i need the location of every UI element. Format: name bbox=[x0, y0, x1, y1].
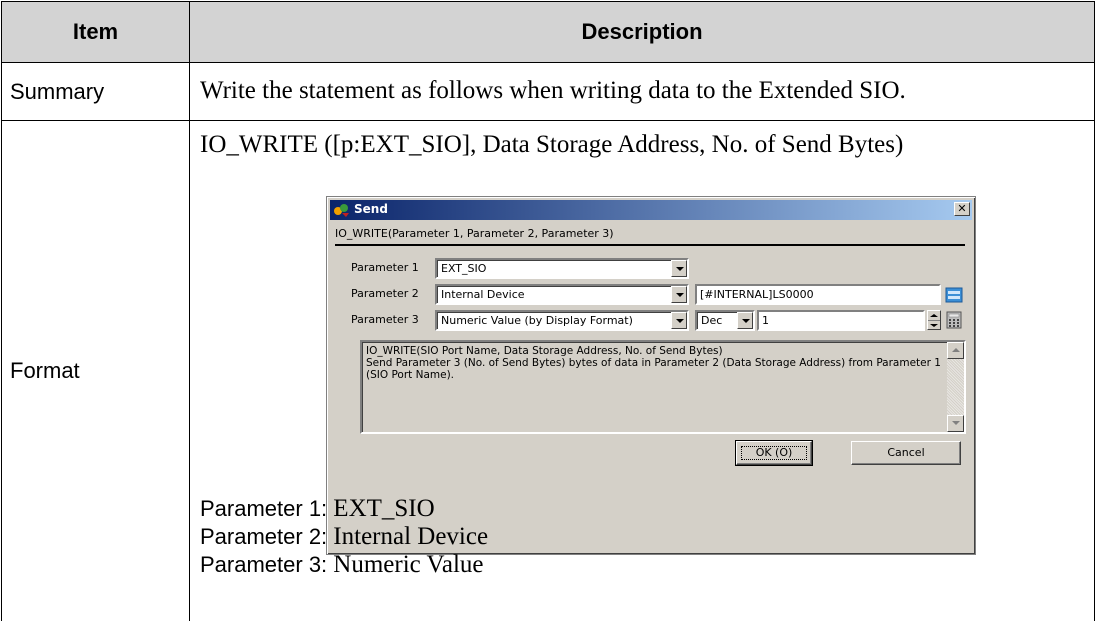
table-header-row: Item Description bbox=[1, 1, 1095, 63]
cancel-button[interactable]: Cancel bbox=[851, 441, 961, 465]
param3-spinner[interactable] bbox=[927, 310, 941, 330]
param3-select[interactable]: Numeric Value (by Display Format) bbox=[435, 310, 689, 331]
format-content: IO_WRITE ([p:EXT_SIO], Data Storage Addr… bbox=[190, 121, 1094, 620]
param3-format: Dec bbox=[701, 314, 723, 327]
param3-number-field[interactable]: 1 bbox=[757, 310, 925, 331]
table-row-summary: Summary Write the statement as follows w… bbox=[1, 62, 1095, 121]
dialog-title: Send bbox=[354, 202, 388, 216]
item-summary: Summary bbox=[1, 62, 190, 121]
cancel-label: Cancel bbox=[887, 446, 925, 459]
help-scrollbar[interactable] bbox=[947, 342, 964, 432]
summary-text: Write the statement as follows when writ… bbox=[200, 77, 906, 104]
chevron-down-icon[interactable] bbox=[671, 312, 687, 329]
ok-button[interactable]: OK (O) bbox=[735, 440, 813, 466]
param2-select[interactable]: Internal Device bbox=[435, 284, 689, 305]
help-text: IO_WRITE(SIO Port Name, Data Storage Add… bbox=[366, 345, 941, 381]
param-list-item: Parameter 2: Internal Device bbox=[200, 523, 488, 551]
spin-down-icon[interactable] bbox=[928, 320, 940, 329]
param1-select[interactable]: EXT_SIO bbox=[435, 258, 689, 279]
parameter-list: Parameter 1: EXT_SIO Parameter 2: Intern… bbox=[200, 495, 488, 579]
spin-up-icon[interactable] bbox=[928, 311, 940, 320]
param-list-label: Parameter 3: bbox=[200, 552, 328, 577]
param-list-label: Parameter 1: bbox=[200, 496, 328, 521]
header-item: Item bbox=[1, 1, 190, 63]
chevron-down-icon[interactable] bbox=[737, 312, 753, 329]
header-description: Description bbox=[189, 1, 1095, 63]
calculator-icon[interactable] bbox=[945, 311, 963, 329]
dialog-header: IO_WRITE(Parameter 1, Parameter 2, Param… bbox=[335, 227, 614, 240]
scroll-up-icon[interactable] bbox=[947, 342, 964, 359]
description-format: IO_WRITE ([p:EXT_SIO], Data Storage Addr… bbox=[189, 120, 1095, 621]
param2-address: [#INTERNAL]LS0000 bbox=[700, 288, 814, 301]
chevron-down-icon[interactable] bbox=[671, 286, 687, 303]
param-list-item: Parameter 1: EXT_SIO bbox=[200, 495, 488, 523]
description-summary: Write the statement as follows when writ… bbox=[189, 62, 1095, 121]
param1-label: Parameter 1 bbox=[351, 261, 419, 274]
focus-rect bbox=[741, 446, 807, 460]
param3-value: Numeric Value (by Display Format) bbox=[441, 314, 633, 327]
address-input-icon[interactable] bbox=[945, 286, 963, 304]
param2-value: Internal Device bbox=[441, 288, 525, 301]
param3-label: Parameter 3 bbox=[351, 313, 419, 326]
param3-format-select[interactable]: Dec bbox=[695, 310, 755, 331]
param-list-value: Internal Device bbox=[333, 523, 489, 550]
table-row-format: Format IO_WRITE ([p:EXT_SIO], Data Stora… bbox=[1, 120, 1095, 621]
help-textbox[interactable]: IO_WRITE(SIO Port Name, Data Storage Add… bbox=[360, 340, 966, 434]
param3-number: 1 bbox=[762, 314, 769, 327]
item-format: Format bbox=[1, 120, 190, 621]
close-icon[interactable]: ✕ bbox=[954, 202, 970, 216]
chevron-down-icon[interactable] bbox=[671, 260, 687, 277]
param1-value: EXT_SIO bbox=[441, 262, 487, 275]
param-list-value: Numeric Value bbox=[333, 551, 484, 578]
header-divider bbox=[335, 244, 965, 246]
send-app-icon bbox=[334, 204, 349, 217]
param2-address-field[interactable]: [#INTERNAL]LS0000 bbox=[695, 284, 941, 305]
scroll-down-icon[interactable] bbox=[947, 415, 964, 432]
format-syntax: IO_WRITE ([p:EXT_SIO], Data Storage Addr… bbox=[200, 131, 904, 158]
param-list-label: Parameter 2: bbox=[200, 524, 328, 549]
param-list-value: EXT_SIO bbox=[333, 495, 435, 522]
param2-label: Parameter 2 bbox=[351, 287, 419, 300]
description-table: Item Description Summary Write the state… bbox=[1, 1, 1095, 621]
dialog-titlebar: Send ✕ bbox=[330, 200, 972, 220]
param-list-item: Parameter 3: Numeric Value bbox=[200, 551, 488, 579]
